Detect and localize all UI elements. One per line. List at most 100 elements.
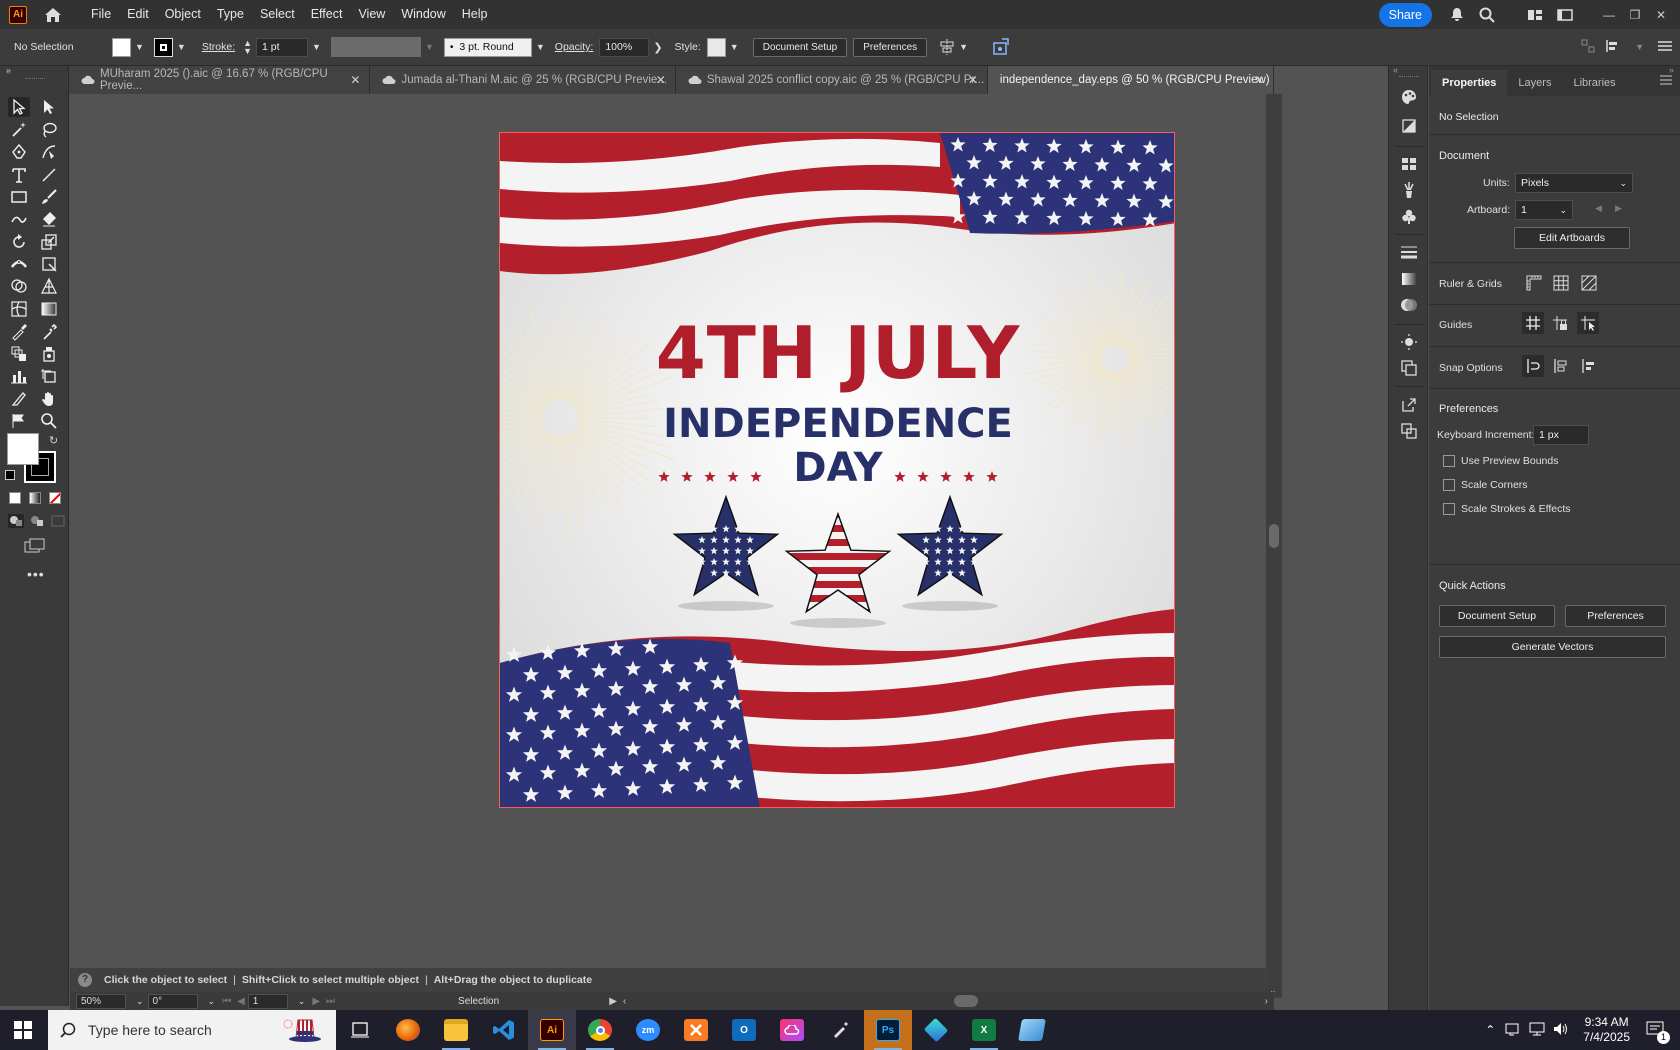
quick-preferences-button[interactable]: Preferences	[1565, 605, 1666, 627]
taskbar-zoom[interactable]: zm	[624, 1010, 672, 1050]
chevron-down-icon[interactable]: ▼	[135, 42, 144, 52]
stroke-weight-input[interactable]: 1 pt	[256, 37, 309, 57]
artboard-number-input[interactable]: 1	[247, 993, 288, 1009]
stroke-swatch[interactable]	[153, 37, 173, 57]
menu-select[interactable]: Select	[252, 0, 303, 29]
bell-icon[interactable]	[1444, 2, 1470, 28]
default-fill-stroke-icon[interactable]	[5, 470, 15, 480]
tab-properties[interactable]: Properties	[1431, 70, 1508, 96]
shape-builder-tool-icon[interactable]	[8, 276, 30, 296]
panel-menu-icon[interactable]	[1660, 75, 1672, 88]
volume-icon[interactable]	[1553, 1022, 1569, 1039]
export-icon[interactable]	[1399, 395, 1419, 415]
curvature-tool-icon[interactable]	[38, 142, 60, 162]
canvas-area[interactable]: 4TH JULY INDEPENDENCE DAY	[70, 94, 1264, 968]
toolbar-grip[interactable]	[25, 78, 45, 80]
smart-guides-icon[interactable]	[1577, 312, 1599, 334]
selection-tool-icon[interactable]	[8, 97, 30, 117]
align-icon[interactable]	[939, 39, 955, 55]
snap-to-point-icon[interactable]	[1522, 355, 1544, 377]
taskbar-vscode[interactable]	[480, 1010, 528, 1050]
stroke-label[interactable]: Stroke:	[202, 41, 235, 53]
taskbar-firefox[interactable]	[384, 1010, 432, 1050]
close-icon[interactable]: ✕	[1648, 2, 1674, 28]
chevron-down-icon[interactable]: ▼	[177, 42, 186, 52]
mesh-tool-icon[interactable]	[8, 299, 30, 319]
artboard-dropdown[interactable]: 1 ⌄	[1515, 200, 1573, 220]
symbol-sprayer-tool-icon[interactable]	[38, 344, 60, 364]
menu-window[interactable]: Window	[393, 0, 453, 29]
notification-icon[interactable]: 1	[1646, 1021, 1670, 1044]
tab-shawal[interactable]: Shawal 2025 conflict copy.aic @ 25 % (RG…	[675, 66, 988, 94]
use-preview-bounds-checkbox[interactable]	[1443, 455, 1455, 467]
home-icon[interactable]	[41, 3, 65, 27]
scale-corners-checkbox[interactable]	[1443, 479, 1455, 491]
swatches-icon[interactable]	[1399, 154, 1419, 174]
chevron-down-icon[interactable]: ▼	[730, 42, 739, 52]
free-transform-tool-icon[interactable]	[38, 254, 60, 274]
menu-file[interactable]: File	[83, 0, 119, 29]
expand-icon[interactable]: »	[6, 65, 11, 75]
tray-meet-icon[interactable]	[1505, 1022, 1521, 1039]
color-icon[interactable]	[1399, 87, 1419, 107]
draw-normal-icon[interactable]	[8, 514, 24, 528]
taskbar-search-box[interactable]: Type here to search	[48, 1010, 336, 1050]
pathfinder-icon[interactable]	[1399, 421, 1419, 441]
show-guides-icon[interactable]	[1522, 312, 1544, 334]
status-menu-icon[interactable]: ▶	[609, 996, 617, 1007]
stroke-stepper[interactable]: ▲ ▼	[243, 39, 252, 56]
slice-tool-icon[interactable]	[8, 389, 30, 409]
opacity-input[interactable]: 100%	[599, 37, 650, 57]
fill-color-box-front[interactable]	[7, 433, 39, 465]
share-for-review-icon[interactable]	[992, 38, 1010, 56]
snap-to-glyph-icon[interactable]	[1577, 355, 1599, 377]
horizontal-scroll-thumb[interactable]	[954, 995, 978, 1007]
document-setup-button[interactable]: Document Setup	[752, 37, 848, 57]
swap-fill-stroke-icon[interactable]: ↻	[49, 434, 58, 447]
strip-grip[interactable]	[1399, 76, 1419, 77]
taskbar-photoshop[interactable]: Ps	[864, 1010, 912, 1050]
next-artboard-icon[interactable]: ▶	[312, 996, 320, 1007]
more-tools-icon[interactable]: •••	[27, 566, 45, 582]
tab-independence-day[interactable]: independence_day.eps @ 50 % (RGB/CPU Pre…	[987, 66, 1274, 94]
graphic-styles-icon[interactable]	[1399, 358, 1419, 378]
lock-guides-icon[interactable]	[1549, 312, 1571, 334]
blend-tool-icon[interactable]	[8, 344, 30, 364]
artboard[interactable]: 4TH JULY INDEPENDENCE DAY	[499, 132, 1175, 808]
draw-behind-icon[interactable]	[29, 514, 45, 528]
close-icon[interactable]: ✕	[656, 73, 666, 87]
paintbrush-tool-icon[interactable]	[38, 187, 60, 207]
search-icon[interactable]	[1474, 2, 1500, 28]
taskbar-illustrator[interactable]: Ai	[528, 1010, 576, 1050]
panel-menu-icon[interactable]	[1658, 40, 1672, 55]
taskbar-notepad[interactable]	[1008, 1010, 1056, 1050]
chevron-right-icon[interactable]: ❯	[653, 41, 662, 54]
type-tool-icon[interactable]	[8, 165, 30, 185]
snap-to-pixel-icon[interactable]	[1549, 355, 1571, 377]
transform-icon[interactable]	[1581, 39, 1595, 56]
menu-type[interactable]: Type	[209, 0, 252, 29]
minimize-icon[interactable]: —	[1596, 2, 1622, 28]
units-dropdown[interactable]: Pixels ⌄	[1515, 173, 1633, 193]
rotate-view-input[interactable]: 0°	[147, 993, 198, 1009]
headline-independence[interactable]: INDEPENDENCE	[500, 401, 1174, 447]
collapse-panels-icon[interactable]: «	[1393, 65, 1398, 75]
hand-tool-icon[interactable]	[38, 389, 60, 409]
chevron-down-icon[interactable]: ▼	[536, 42, 545, 52]
preferences-button[interactable]: Preferences	[853, 37, 928, 57]
line-segment-tool-icon[interactable]	[38, 165, 60, 185]
generate-vectors-button[interactable]: Generate Vectors	[1439, 636, 1666, 658]
menu-object[interactable]: Object	[157, 0, 209, 29]
perspective-grid-tool-icon[interactable]	[38, 276, 60, 296]
headline-day[interactable]: DAY	[500, 445, 1174, 491]
taskbar-xampp[interactable]	[672, 1010, 720, 1050]
taskbar-task-view[interactable]	[336, 1010, 384, 1050]
taskbar-file-explorer[interactable]	[432, 1010, 480, 1050]
close-icon[interactable]: ✕	[1254, 73, 1264, 87]
gradient-tool-icon[interactable]	[38, 299, 60, 319]
chevron-down-icon[interactable]: ▼	[425, 42, 434, 52]
tab-layers[interactable]: Layers	[1507, 70, 1562, 96]
previous-artboard-icon[interactable]: ◀	[237, 996, 245, 1007]
rectangle-tool-icon[interactable]	[8, 187, 30, 207]
fill-swatch[interactable]	[112, 37, 131, 57]
